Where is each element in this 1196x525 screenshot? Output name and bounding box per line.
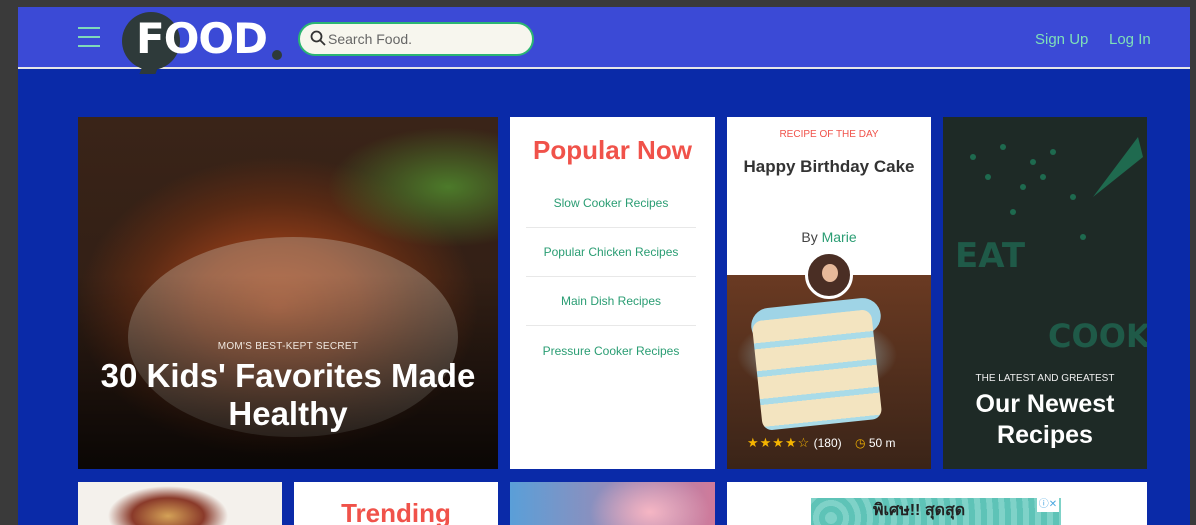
- top-navbar: FOOD Sign Up Log In: [18, 7, 1190, 74]
- sign-up-link[interactable]: Sign Up: [1035, 31, 1088, 48]
- popular-item-main-dish[interactable]: Main Dish Recipes: [526, 277, 696, 326]
- advertisement-slot: พิเศษ!! สุดสุด ⓘ✕: [727, 482, 1147, 525]
- popular-item-pressure-cooker[interactable]: Pressure Cooker Recipes: [526, 326, 696, 375]
- row2-card-trending[interactable]: Trending: [294, 482, 498, 525]
- rotd-by-prefix: By: [801, 229, 818, 245]
- review-count: (180): [813, 436, 842, 450]
- search-bar[interactable]: [298, 22, 534, 56]
- newest-title[interactable]: Our Newest Recipes: [943, 389, 1147, 451]
- cook-time: 50 m: [868, 436, 896, 450]
- search-icon: [310, 30, 326, 46]
- author-avatar[interactable]: [805, 251, 853, 299]
- logo-text: FOOD: [136, 14, 268, 63]
- svg-text:EAT: EAT: [955, 236, 1026, 276]
- star-rating-icon: ★★★★☆: [747, 435, 811, 450]
- rotd-kicker: RECIPE OF THE DAY: [779, 129, 879, 140]
- popular-now-title: Popular Now: [533, 135, 692, 165]
- ad-text: พิเศษ!! สุดสุด: [873, 502, 966, 519]
- search-input[interactable]: [328, 28, 524, 50]
- log-in-link[interactable]: Log In: [1109, 31, 1151, 48]
- hero-card[interactable]: MOM'S BEST-KEPT SECRET 30 Kids' Favorite…: [78, 117, 498, 469]
- ad-banner[interactable]: พิเศษ!! สุดสุด ⓘ✕: [811, 498, 1061, 525]
- page: FOOD Sign Up Log In MOM'S BEST-KEPT SECR…: [18, 7, 1190, 525]
- rotd-byline: By Marie: [727, 229, 931, 245]
- doodle-illustration: EAT COOK: [955, 137, 1147, 355]
- popular-now-card: Popular Now Slow Cooker Recipes Popular …: [510, 117, 715, 469]
- rotd-author-link[interactable]: Marie: [822, 229, 857, 245]
- logo-dot: [272, 50, 282, 60]
- rotd-title[interactable]: Happy Birthday Cake: [727, 157, 931, 177]
- row2-card-dessert-photo[interactable]: [510, 482, 715, 525]
- ad-close-icon[interactable]: ⓘ✕: [1037, 498, 1059, 512]
- newest-kicker: THE LATEST AND GREATEST: [975, 373, 1115, 384]
- hero-kicker: MOM'S BEST-KEPT SECRET: [217, 341, 359, 352]
- food-logo[interactable]: FOOD: [122, 12, 287, 74]
- hamburger-menu-icon[interactable]: [78, 27, 100, 47]
- trending-title: Trending: [341, 498, 451, 525]
- clock-icon: ◷: [854, 436, 866, 450]
- recipe-of-the-day-card[interactable]: RECIPE OF THE DAY Happy Birthday Cake By…: [727, 117, 931, 469]
- rotd-meta: ★★★★☆ (180) ◷ 50 m: [747, 435, 896, 451]
- hero-title[interactable]: 30 Kids' Favorites Made Healthy: [78, 357, 498, 433]
- popular-item-chicken[interactable]: Popular Chicken Recipes: [526, 228, 696, 277]
- svg-text:COOK: COOK: [1048, 317, 1147, 355]
- popular-now-list: Slow Cooker Recipes Popular Chicken Reci…: [526, 179, 696, 375]
- popular-item-slow-cooker[interactable]: Slow Cooker Recipes: [526, 179, 696, 228]
- cake-image: [751, 309, 883, 431]
- row2-card-food-photo[interactable]: [78, 482, 282, 525]
- newest-recipes-card[interactable]: EAT COOK THE LATEST AND GREATEST Our New…: [943, 117, 1147, 469]
